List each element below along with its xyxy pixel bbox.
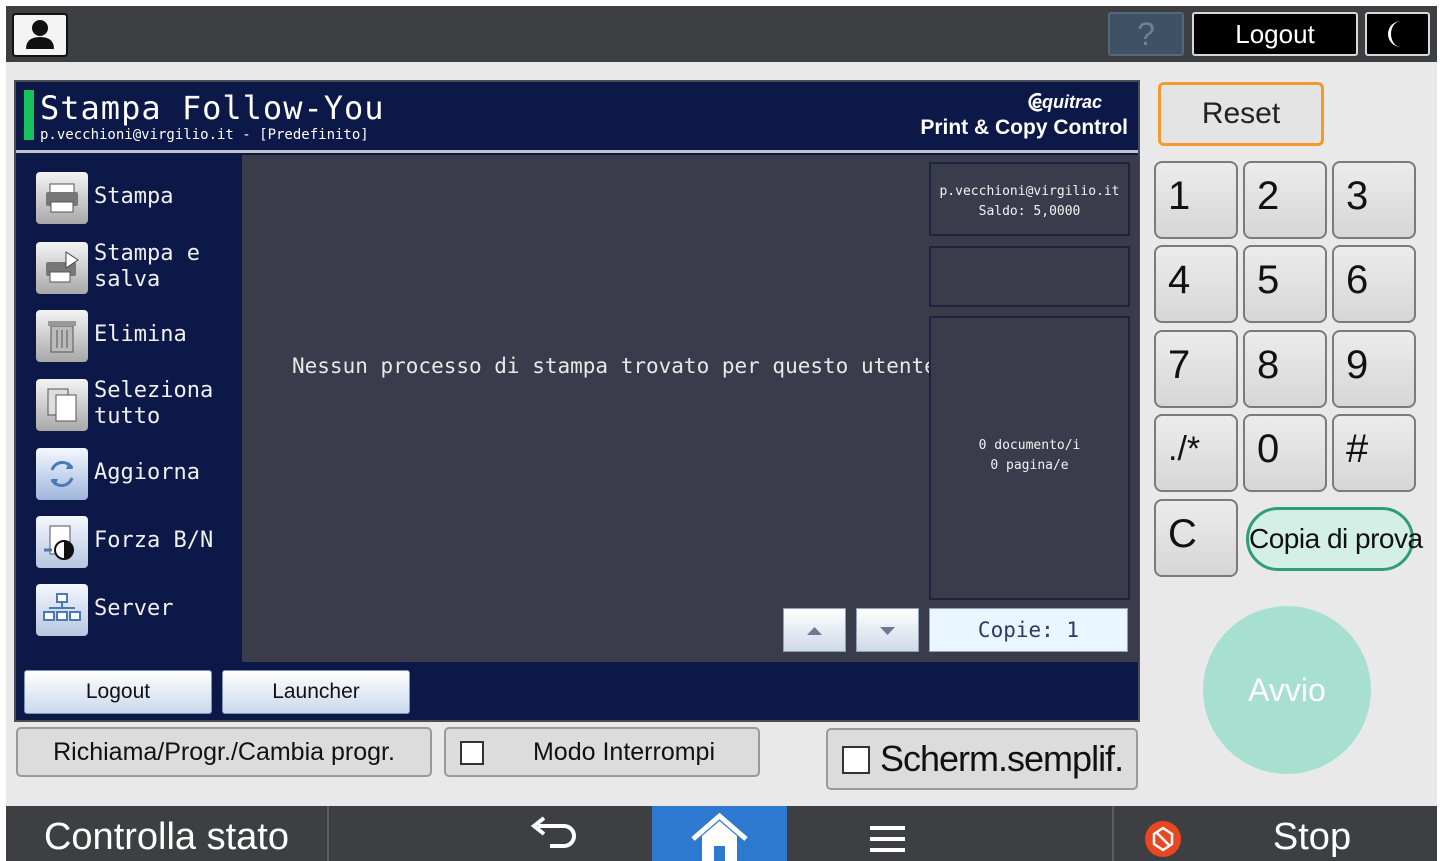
sidebar-item-label: Elimina — [94, 322, 187, 347]
user-button[interactable] — [12, 13, 68, 57]
reset-button[interactable]: Reset — [1158, 82, 1324, 146]
app-title: Stampa Follow-You — [40, 89, 385, 127]
bottom-divider — [1112, 806, 1114, 861]
key-dot-star[interactable]: ./* — [1154, 414, 1238, 492]
key-8[interactable]: 8 — [1243, 330, 1327, 408]
key-7[interactable]: 7 — [1154, 330, 1238, 408]
user-icon — [26, 20, 54, 49]
brand-logo-text: equitrac — [1032, 92, 1103, 112]
info-box-empty — [929, 246, 1130, 307]
check-status-button[interactable]: Controlla stato — [6, 806, 327, 861]
sidebar-item-label: Seleziona tutto — [94, 378, 214, 429]
sample-copy-button[interactable]: Copia di prova — [1246, 507, 1423, 571]
page-count: 0 pagina/e — [990, 458, 1069, 473]
energy-saver-button[interactable] — [1365, 12, 1430, 56]
key-2[interactable]: 2 — [1243, 161, 1327, 239]
sidebar-item-seleziona-tutto[interactable]: Seleziona tutto — [18, 377, 241, 433]
user-email: p.vecchioni@virgilio.it — [939, 184, 1120, 199]
bottom-divider — [327, 806, 329, 861]
back-button[interactable] — [480, 806, 620, 861]
sidebar-item-stampa[interactable]: Stampa — [18, 170, 241, 226]
start-button[interactable]: Avvio — [1203, 606, 1371, 774]
recall-program-button[interactable]: Richiama/Progr./Cambia progr. — [16, 727, 432, 777]
key-hash[interactable]: # — [1332, 414, 1416, 492]
arrow-up-icon — [807, 627, 822, 635]
refresh-icon — [36, 448, 88, 500]
key-9[interactable]: 9 — [1332, 330, 1416, 408]
stop-label: Stop — [1272, 816, 1352, 858]
sidebar-item-label: Stampa e salva — [94, 241, 200, 292]
simple-screen-button[interactable]: Scherm.semplif. — [826, 728, 1138, 790]
sidebar-item-label: Server — [94, 596, 174, 621]
logout-button-top[interactable]: Logout — [1192, 12, 1358, 56]
key-4[interactable]: 4 — [1154, 245, 1238, 323]
printer-icon — [36, 172, 88, 224]
moon-icon — [1388, 21, 1401, 47]
key-6[interactable]: 6 — [1332, 245, 1416, 323]
sidebar-item-stampa-e-salva[interactable]: Stampa e salva — [18, 240, 241, 296]
home-button[interactable] — [652, 806, 787, 861]
launcher-button[interactable]: Launcher — [222, 670, 410, 714]
menu-icon — [870, 826, 905, 852]
key-5[interactable]: 5 — [1243, 245, 1327, 323]
scroll-up-button[interactable] — [783, 608, 846, 652]
server-icon — [36, 584, 88, 636]
simple-screen-label: Scherm.semplif. — [880, 738, 1124, 779]
home-icon — [691, 812, 748, 861]
sidebar-item-aggiorna[interactable]: Aggiorna — [18, 446, 241, 502]
sidebar-item-forza-bn[interactable]: Forza B/N — [18, 514, 241, 570]
interrupt-mode-checkbox[interactable] — [460, 741, 484, 765]
sidebar-item-label: Forza B/N — [94, 528, 214, 553]
document-count: 0 documento/i — [978, 438, 1081, 453]
interrupt-mode-label: Modo Interrompi — [532, 738, 716, 766]
job-summary-box: 0 documento/i 0 pagina/e — [929, 316, 1130, 600]
arrow-down-icon — [880, 627, 895, 635]
user-balance: Saldo: 5,0000 — [978, 204, 1081, 219]
help-button[interactable]: ? — [1108, 12, 1184, 56]
empty-message: Nessun processo di stampa trovato per qu… — [292, 354, 950, 378]
key-0[interactable]: 0 — [1243, 414, 1327, 492]
app-subtitle: p.vecchioni@virgilio.it - [Predefinito] — [40, 127, 369, 143]
sidebar-item-elimina[interactable]: Elimina — [18, 308, 241, 364]
sidebar-item-label: Stampa — [94, 184, 174, 209]
back-arrow-icon — [530, 816, 576, 848]
stop-icon — [1145, 821, 1181, 857]
key-3[interactable]: 3 — [1332, 161, 1416, 239]
sidebar-item-server[interactable]: Server — [18, 582, 241, 638]
menu-button[interactable] — [820, 806, 955, 861]
print-save-icon — [36, 242, 88, 294]
key-clear[interactable]: C — [1154, 499, 1238, 577]
simple-screen-checkbox[interactable] — [842, 746, 870, 774]
force-bw-icon — [36, 516, 88, 568]
user-info-box: p.vecchioni@virgilio.it Saldo: 5,0000 — [929, 162, 1130, 236]
copies-field[interactable]: Copie: 1 — [929, 608, 1128, 652]
sidebar-item-label: Aggiorna — [94, 460, 200, 485]
interrupt-mode-button[interactable]: Modo Interrompi — [444, 727, 760, 777]
title-accent-bar — [24, 90, 34, 140]
app-logout-button[interactable]: Logout — [24, 670, 212, 714]
key-1[interactable]: 1 — [1154, 161, 1238, 239]
trash-icon — [36, 310, 88, 362]
header-divider — [16, 150, 1138, 153]
brand-tagline: Print & Copy Control — [920, 116, 1128, 139]
select-all-icon — [36, 379, 88, 431]
scroll-down-button[interactable] — [856, 608, 919, 652]
